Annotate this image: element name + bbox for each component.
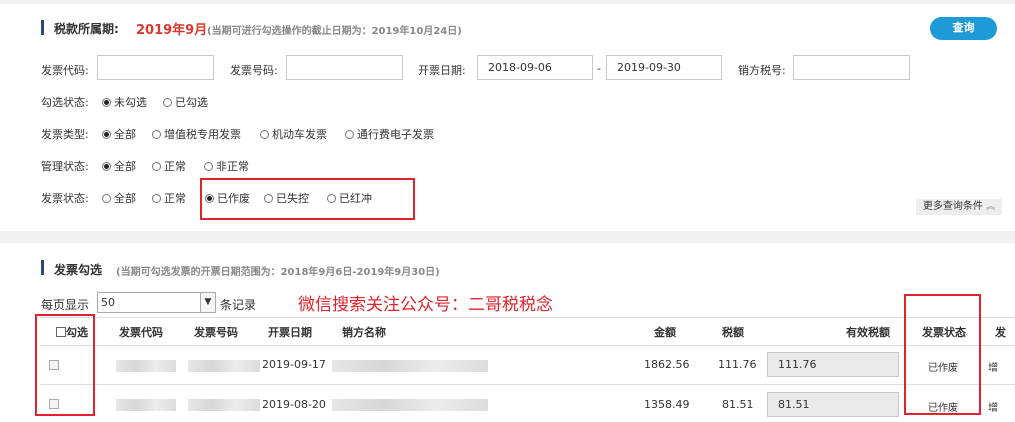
radio-dot-icon [102, 98, 111, 107]
redacted-seller-name [332, 360, 488, 372]
chevron-down-icon: ▼ [200, 293, 215, 312]
header-bottom-line [40, 345, 1015, 346]
radio-selected[interactable]: 已勾选 [163, 94, 208, 110]
redacted-seller-name [332, 399, 488, 411]
invoice-code-label: 发票代码: [41, 64, 89, 77]
highlight-box-status-column [904, 294, 981, 415]
invoice-status-label: 发票状态: [41, 192, 89, 205]
radio-status-all[interactable]: 全部 [102, 190, 136, 206]
radio-manage-all[interactable]: 全部 [102, 158, 136, 174]
radio-dot-icon [345, 130, 354, 139]
seller-tax-label: 销方税号: [738, 64, 786, 77]
row-tax: 81.51 [722, 398, 754, 411]
section-marker [41, 20, 44, 35]
period-label: 税款所属期: [54, 22, 119, 36]
radio-dot-icon [152, 130, 161, 139]
header-tax: 税额 [722, 326, 744, 339]
page-size-select[interactable]: 50 ▼ [97, 292, 216, 313]
radio-dot-icon [152, 162, 161, 171]
row-tax: 111.76 [718, 358, 757, 371]
redacted-invoice-code [116, 399, 176, 411]
radio-manage-abnormal[interactable]: 非正常 [204, 158, 249, 174]
select-status-label: 勾选状态: [41, 96, 89, 109]
radio-manage-normal[interactable]: 正常 [152, 158, 186, 174]
highlight-box-status [200, 178, 415, 220]
radio-type-vat[interactable]: 增值税专用发票 [152, 126, 241, 142]
header-invoice-number: 发票号码 [194, 326, 238, 339]
seller-tax-input[interactable] [793, 55, 910, 80]
redacted-invoice-number [188, 399, 260, 411]
period-note: (当期可进行勾选操作的截止日期为：2019年10月24日) [207, 26, 462, 37]
invoice-type-label: 发票类型: [41, 128, 89, 141]
radio-dot-icon [102, 130, 111, 139]
manage-status-label: 管理状态: [41, 160, 89, 173]
query-button[interactable]: 查询 [930, 17, 997, 40]
radio-type-vehicle[interactable]: 机动车发票 [260, 126, 327, 142]
radio-dot-icon [102, 194, 111, 203]
header-seller-name: 销方名称 [342, 326, 386, 339]
redacted-invoice-code [116, 360, 176, 372]
radio-unselected[interactable]: 未勾选 [102, 94, 147, 110]
selection-note: (当期可勾选发票的开票日期范围为：2018年9月6日-2019年9月30日) [116, 267, 440, 278]
header-top-line [40, 317, 1015, 318]
radio-status-normal[interactable]: 正常 [152, 190, 186, 206]
row-valid-tax-input[interactable]: 111.76 [767, 352, 899, 377]
invoice-number-input[interactable] [286, 55, 403, 80]
header-type: 发 [995, 326, 1006, 339]
header-issue-date: 开票日期 [268, 326, 312, 339]
date-separator: - [597, 62, 601, 75]
radio-dot-icon [152, 194, 161, 203]
selection-title: 发票勾选 [54, 263, 103, 277]
header-amount: 金额 [654, 326, 676, 339]
more-conditions-button[interactable]: 更多查询条件 ︽ [916, 199, 1002, 215]
row-type: 增 [988, 363, 998, 374]
radio-dot-icon [260, 130, 269, 139]
issue-date-label: 开票日期: [418, 64, 466, 77]
row-amount: 1862.56 [644, 358, 690, 371]
redacted-invoice-number [188, 360, 260, 372]
radio-type-all[interactable]: 全部 [102, 126, 136, 142]
row-type: 增 [988, 403, 998, 414]
date-from-input[interactable]: 2018-09-06 [477, 55, 593, 80]
row-issue-date: 2019-09-17 [262, 358, 326, 371]
page-size-label: 每页显示 [41, 298, 90, 312]
radio-dot-icon [163, 98, 172, 107]
header-valid-tax: 有效税额 [846, 326, 890, 339]
period-value: 2019年9月 [136, 23, 208, 38]
radio-dot-icon [204, 162, 213, 171]
section-marker [41, 260, 44, 275]
invoice-code-input[interactable] [97, 55, 214, 80]
page-size-unit: 条记录 [220, 298, 257, 312]
row-valid-tax-input[interactable]: 81.51 [767, 392, 899, 417]
header-invoice-code: 发票代码 [119, 326, 163, 339]
row-issue-date: 2019-08-20 [262, 398, 326, 411]
date-to-input[interactable]: 2019-09-30 [606, 55, 722, 80]
radio-dot-icon [102, 162, 111, 171]
watermark-text: 微信搜索关注公众号：二哥税税念 [298, 295, 553, 315]
row-divider [40, 384, 1015, 385]
row-amount: 1358.49 [644, 398, 690, 411]
invoice-number-label: 发票号码: [230, 64, 278, 77]
radio-type-toll[interactable]: 通行费电子发票 [345, 126, 434, 142]
double-chevron-up-icon: ︽ [986, 202, 996, 212]
highlight-box-select-column [35, 314, 95, 416]
